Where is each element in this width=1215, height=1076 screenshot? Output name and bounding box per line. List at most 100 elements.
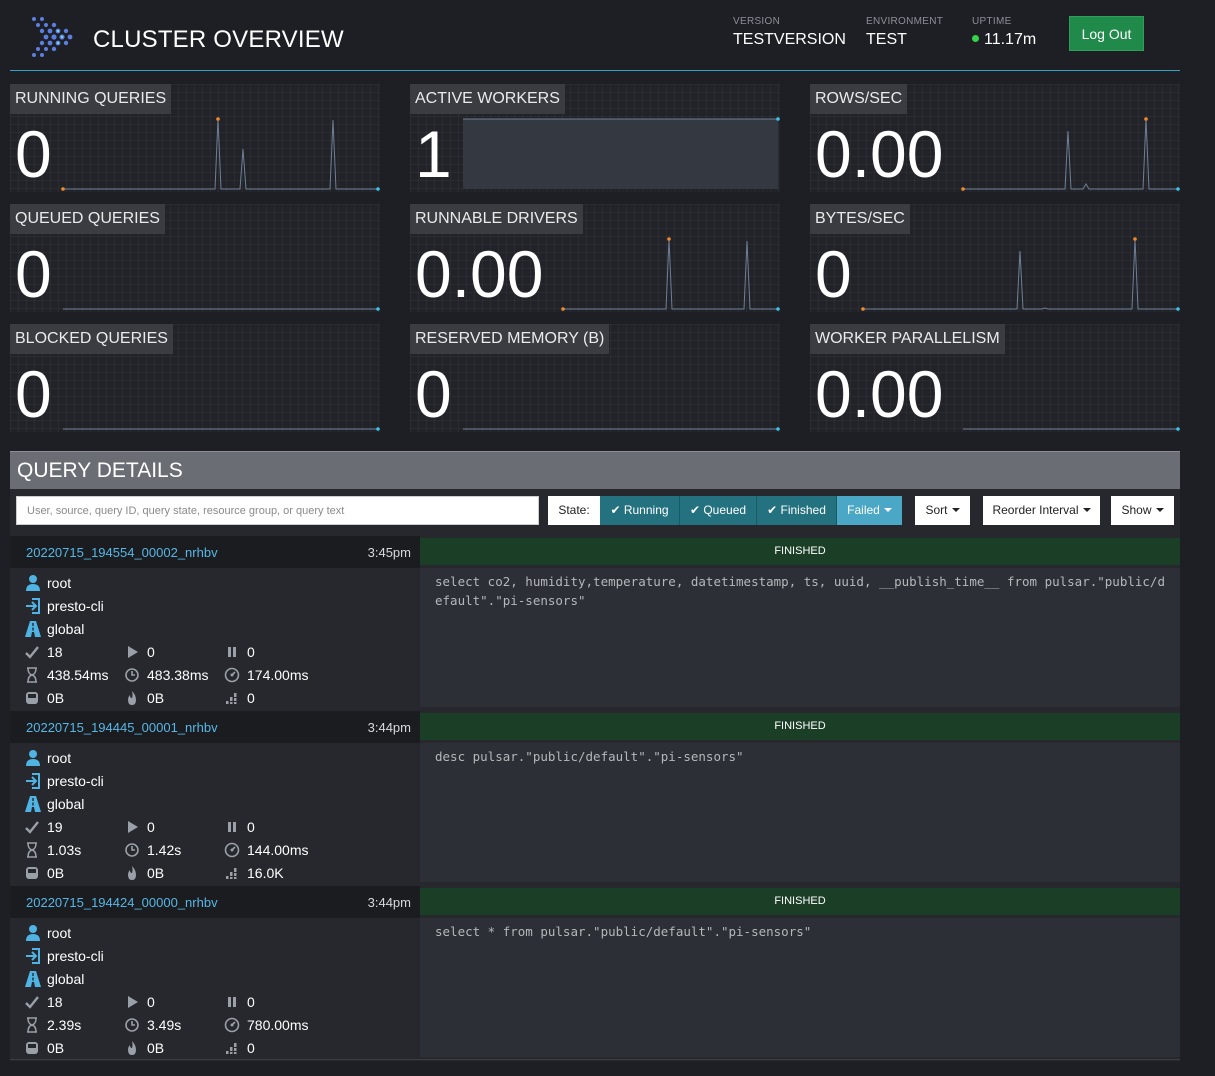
tile-value: 1 bbox=[415, 117, 452, 191]
log-in-icon bbox=[26, 948, 40, 964]
play-icon bbox=[128, 821, 138, 833]
tile-value: 0.00 bbox=[815, 357, 944, 431]
check-icon bbox=[25, 996, 39, 1009]
equalizer-icon bbox=[226, 1043, 237, 1054]
queued-queries-sparkline bbox=[63, 307, 380, 311]
status-dot-icon bbox=[972, 35, 979, 42]
reserved-memory-tile: RESERVED MEMORY (B) 0 bbox=[410, 324, 780, 432]
queued-queries-tile: QUEUED QUERIES 0 bbox=[10, 204, 380, 312]
state-filter-label: State: bbox=[548, 496, 600, 525]
clock-icon bbox=[125, 843, 139, 857]
query-id-link[interactable]: 20220715_194424_00000_nrhbv bbox=[26, 895, 218, 910]
version-info: VERSION TESTVERSION bbox=[733, 16, 846, 49]
query-id-bar: 20220715_194424_00000_nrhbv 3:44pm bbox=[10, 886, 420, 918]
filter-failed-button[interactable]: Failed bbox=[837, 496, 902, 525]
environment-label: ENVIRONMENT bbox=[866, 16, 944, 27]
user-icon bbox=[26, 750, 40, 766]
fire-icon bbox=[128, 1041, 136, 1055]
worker-parallelism-tile: WORKER PARALLELISM 0.00 bbox=[810, 324, 1180, 432]
check-icon: ✔ bbox=[767, 503, 778, 517]
running-queries-tile: RUNNING QUERIES 0 bbox=[10, 84, 380, 192]
pause-icon bbox=[228, 822, 236, 832]
tile-label: WORKER PARALLELISM bbox=[810, 324, 1005, 354]
caret-down-icon bbox=[951, 508, 960, 512]
environment-info: ENVIRONMENT TEST bbox=[866, 16, 943, 49]
uptime-value: 11.17m bbox=[984, 31, 1037, 48]
check-icon bbox=[25, 646, 39, 659]
filter-queued-button[interactable]: ✔ Queued bbox=[680, 496, 757, 525]
query-row: 20220715_194424_00000_nrhbv 3:44pm FINIS… bbox=[10, 886, 1180, 1061]
filter-finished-button[interactable]: ✔ Finished bbox=[757, 496, 837, 525]
tile-value: 0 bbox=[815, 237, 852, 311]
tile-value: 0 bbox=[15, 357, 52, 431]
page-title: CLUSTER OVERVIEW bbox=[93, 26, 344, 53]
active-workers-tile: ACTIVE WORKERS 1 bbox=[410, 84, 780, 192]
query-status-bar: FINISHED bbox=[420, 538, 1180, 565]
sort-dropdown[interactable]: Sort bbox=[915, 496, 970, 525]
log-in-icon bbox=[26, 773, 40, 789]
play-icon bbox=[128, 996, 138, 1008]
check-icon: ✔ bbox=[610, 503, 621, 517]
version-value: TESTVERSION bbox=[733, 31, 846, 48]
query-row: 20220715_194554_00002_nrhbv 3:45pm FINIS… bbox=[10, 536, 1180, 711]
version-label: VERSION bbox=[733, 16, 781, 27]
query-info: root presto-cli global 18 0 0 2.39s 3.49… bbox=[24, 924, 414, 1059]
query-time: 3:45pm bbox=[367, 545, 411, 560]
tile-label: RESERVED MEMORY (B) bbox=[410, 324, 610, 354]
fire-icon bbox=[128, 691, 136, 705]
show-dropdown[interactable]: Show bbox=[1111, 496, 1174, 525]
road-icon bbox=[25, 796, 41, 812]
bytes-per-sec-tile: BYTES/SEC 0 bbox=[810, 204, 1180, 312]
hdd-icon bbox=[26, 692, 38, 704]
pause-icon bbox=[228, 997, 236, 1007]
environment-value: TEST bbox=[866, 31, 907, 48]
tile-value: 0 bbox=[415, 357, 452, 431]
blocked-queries-sparkline bbox=[63, 427, 380, 431]
query-status-bar: FINISHED bbox=[420, 888, 1180, 915]
query-time: 3:44pm bbox=[367, 895, 411, 910]
query-details-header: QUERY DETAILS bbox=[10, 451, 1180, 489]
hdd-icon bbox=[26, 867, 38, 879]
blocked-queries-tile: BLOCKED QUERIES 0 bbox=[10, 324, 380, 432]
presto-logo-icon bbox=[32, 17, 73, 57]
runnable-drivers-tile: RUNNABLE DRIVERS 0.00 bbox=[410, 204, 780, 312]
query-info: root presto-cli global 19 0 0 1.03s 1.42… bbox=[24, 749, 414, 884]
caret-down-icon bbox=[1155, 508, 1164, 512]
tile-label: ACTIVE WORKERS bbox=[410, 84, 565, 114]
active-workers-sparkline bbox=[463, 117, 780, 189]
reorder-interval-dropdown[interactable]: Reorder Interval bbox=[983, 496, 1100, 525]
uptime-label: UPTIME bbox=[972, 16, 1012, 27]
dashboard-icon bbox=[224, 842, 240, 858]
hourglass-icon bbox=[27, 667, 37, 683]
caret-down-icon bbox=[1082, 508, 1091, 512]
rows-per-sec-tile: ROWS/SEC 0.00 bbox=[810, 84, 1180, 192]
rows-per-sec-sparkline bbox=[961, 117, 1180, 191]
equalizer-icon bbox=[226, 868, 237, 879]
road-icon bbox=[25, 621, 41, 637]
dashboard-icon bbox=[224, 1017, 240, 1033]
hourglass-icon bbox=[27, 1017, 37, 1033]
equalizer-icon bbox=[226, 693, 237, 704]
query-id-link[interactable]: 20220715_194554_00002_nrhbv bbox=[26, 545, 218, 560]
tile-label: BLOCKED QUERIES bbox=[10, 324, 173, 354]
running-queries-sparkline bbox=[61, 117, 380, 191]
query-id-bar: 20220715_194445_00001_nrhbv 3:44pm bbox=[10, 711, 420, 743]
query-row: 20220715_194445_00001_nrhbv 3:44pm FINIS… bbox=[10, 711, 1180, 886]
hdd-icon bbox=[26, 1042, 38, 1054]
caret-down-icon bbox=[883, 508, 892, 512]
tile-label: ROWS/SEC bbox=[810, 84, 908, 114]
user-icon bbox=[26, 575, 40, 591]
tile-value: 0.00 bbox=[415, 237, 544, 311]
query-search-input[interactable] bbox=[16, 496, 539, 525]
query-id-link[interactable]: 20220715_194445_00001_nrhbv bbox=[26, 720, 218, 735]
top-header: CLUSTER OVERVIEW VERSION TESTVERSION ENV… bbox=[10, 0, 1180, 71]
logout-button[interactable]: Log Out bbox=[1069, 16, 1144, 51]
tile-label: RUNNING QUERIES bbox=[10, 84, 172, 114]
filter-running-button[interactable]: ✔ Running bbox=[600, 496, 680, 525]
query-time: 3:44pm bbox=[367, 720, 411, 735]
clock-icon bbox=[125, 668, 139, 682]
check-icon bbox=[25, 821, 39, 834]
query-info: root presto-cli global 18 0 0 438.54ms 4… bbox=[24, 574, 414, 709]
query-status-bar: FINISHED bbox=[420, 713, 1180, 740]
query-id-bar: 20220715_194554_00002_nrhbv 3:45pm bbox=[10, 536, 420, 568]
